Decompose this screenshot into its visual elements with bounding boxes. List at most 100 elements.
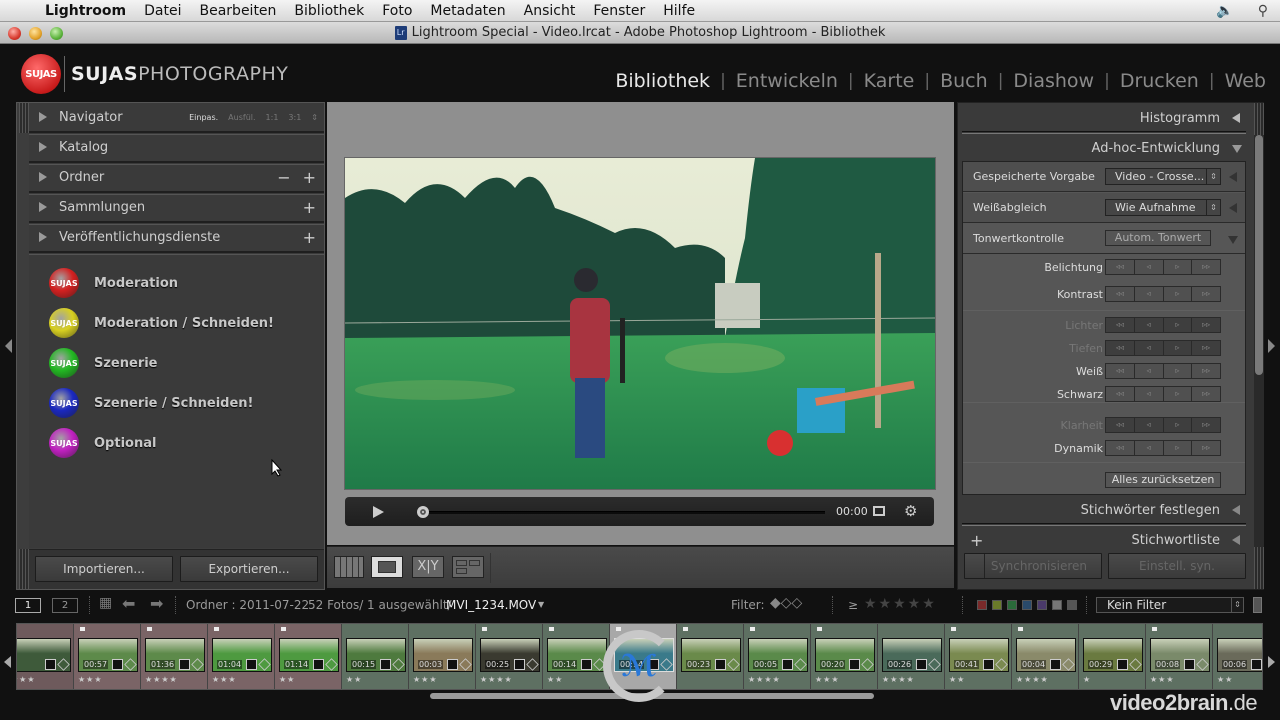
quick-develop-header[interactable]: Ad-hoc-Entwicklung xyxy=(962,133,1250,163)
module-web[interactable]: Web xyxy=(1225,70,1266,92)
right-panel-toggle-icon[interactable] xyxy=(1268,339,1275,353)
increase-small-button[interactable]: ▹ xyxy=(1164,260,1193,274)
left-panel-resize-grip[interactable] xyxy=(19,103,29,133)
filter-lock-toggle[interactable] xyxy=(1253,597,1262,613)
zoom-fit-option[interactable]: Einpas. xyxy=(189,113,218,122)
keyword-tag-badge-icon[interactable] xyxy=(727,658,740,671)
module-bibliothek[interactable]: Bibliothek xyxy=(615,70,710,92)
menu-ansicht[interactable]: Ansicht xyxy=(515,3,585,19)
keyword-tag-badge-icon[interactable] xyxy=(526,658,539,671)
filmstrip-thumbnail[interactable]: 00:26 ★★★★ xyxy=(878,624,945,689)
develop-settings-badge-icon[interactable] xyxy=(45,659,56,670)
decrease-large-button[interactable]: ◃◃ xyxy=(1106,441,1135,455)
collections-header[interactable]: Sammlungen + xyxy=(29,193,324,225)
minimize-window-button[interactable] xyxy=(29,27,42,40)
decrease-large-button[interactable]: ◃◃ xyxy=(1106,364,1135,378)
keyword-tag-badge-icon[interactable] xyxy=(861,658,874,671)
develop-settings-badge-icon[interactable] xyxy=(1251,659,1262,670)
sync-toggle-switch[interactable] xyxy=(965,554,985,578)
decrease-small-button[interactable]: ◃ xyxy=(1135,260,1164,274)
module-karte[interactable]: Karte xyxy=(864,70,915,92)
keyword-tag-badge-icon[interactable] xyxy=(392,658,405,671)
collection-item[interactable]: SUJAS Szenerie xyxy=(29,343,324,383)
color-label-filter[interactable] xyxy=(1007,600,1017,610)
saved-preset-select[interactable]: Video - Crosse... ⇕ xyxy=(1105,168,1221,185)
increase-large-button[interactable]: ▹▹ xyxy=(1192,441,1220,455)
keyword-tag-badge-icon[interactable] xyxy=(124,658,137,671)
spotlight-search-icon[interactable]: ⚲ xyxy=(1246,3,1280,19)
increase-large-button[interactable]: ▹▹ xyxy=(1192,387,1220,401)
navigator-header[interactable]: Navigator Einpas. Ausfül. 1:1 3:1 ⇕ xyxy=(29,103,324,135)
filmstrip-thumbnail[interactable]: 00:41 ★★ xyxy=(945,624,1012,689)
filmstrip-thumbnail[interactable]: 00:04 ★★★★ xyxy=(1012,624,1079,689)
reset-all-button[interactable]: Alles zurücksetzen xyxy=(1105,472,1221,488)
filmstrip-scroll-left-icon[interactable] xyxy=(4,656,11,668)
filmstrip-thumbnail[interactable]: 00:03 ★★★ xyxy=(409,624,476,689)
collection-item[interactable]: SUJAS Optional xyxy=(29,423,324,463)
develop-settings-badge-icon[interactable] xyxy=(1050,659,1061,670)
color-label-filter[interactable] xyxy=(992,600,1002,610)
develop-settings-badge-icon[interactable] xyxy=(916,659,927,670)
white-balance-select[interactable]: Wie Aufnahme ⇕ xyxy=(1105,199,1221,216)
zoom-3-1-option[interactable]: 3:1 xyxy=(288,113,301,122)
zoom-1-1-option[interactable]: 1:1 xyxy=(266,113,279,122)
menu-hilfe[interactable]: Hilfe xyxy=(654,3,704,19)
compare-view-button[interactable]: X|Y xyxy=(412,556,444,578)
menu-lightroom[interactable]: Lightroom xyxy=(36,3,135,19)
filmstrip-thumbnail[interactable]: 00:57 ★★★ xyxy=(74,624,141,689)
increase-small-button[interactable]: ▹ xyxy=(1164,441,1193,455)
menu-bibliothek[interactable]: Bibliothek xyxy=(285,3,373,19)
keyword-tag-badge-icon[interactable] xyxy=(325,658,338,671)
main-screen-button[interactable]: 1 xyxy=(15,598,41,613)
synchronize-button[interactable]: Synchronisieren xyxy=(964,553,1102,579)
increase-small-button[interactable]: ▹ xyxy=(1164,387,1193,401)
develop-settings-badge-icon[interactable] xyxy=(179,659,190,670)
keyword-tag-badge-icon[interactable] xyxy=(459,658,472,671)
second-screen-button[interactable]: 2 xyxy=(52,598,78,613)
source-label[interactable]: Ordner : 2011-07-22 xyxy=(186,598,309,612)
develop-settings-badge-icon[interactable] xyxy=(849,659,860,670)
develop-settings-badge-icon[interactable] xyxy=(380,659,391,670)
module-drucken[interactable]: Drucken xyxy=(1120,70,1199,92)
zoom-window-button[interactable] xyxy=(50,27,63,40)
decrease-small-button[interactable]: ◃ xyxy=(1135,387,1164,401)
back-arrow-icon[interactable]: ⬅ xyxy=(122,594,135,613)
menu-metadaten[interactable]: Metadaten xyxy=(421,3,514,19)
keyword-tag-badge-icon[interactable] xyxy=(928,658,941,671)
filmstrip-thumbnail[interactable]: 00:29 ★ xyxy=(1079,624,1146,689)
filmstrip-thumbnail[interactable]: 00:25 ★★★★ xyxy=(476,624,543,689)
folders-header[interactable]: Ordner − + xyxy=(29,163,324,195)
rating-operator[interactable]: ≥ xyxy=(848,598,858,612)
video-scrubber-handle[interactable] xyxy=(417,506,429,518)
filmstrip-thumbnail[interactable]: 00:23 xyxy=(677,624,744,689)
filmstrip-thumbnail[interactable]: 00:05 ★★★★ xyxy=(744,624,811,689)
grid-view-button[interactable] xyxy=(334,556,364,578)
keyword-tag-badge-icon[interactable] xyxy=(1196,658,1209,671)
close-window-button[interactable] xyxy=(8,27,21,40)
module-buch[interactable]: Buch xyxy=(940,70,988,92)
module-diashow[interactable]: Diashow xyxy=(1013,70,1094,92)
decrease-small-button[interactable]: ◃ xyxy=(1135,364,1164,378)
color-label-filter[interactable] xyxy=(1052,600,1062,610)
auto-tone-button[interactable]: Autom. Tonwert xyxy=(1105,230,1211,246)
develop-settings-badge-icon[interactable] xyxy=(313,659,324,670)
video-scrubber-track[interactable] xyxy=(421,511,825,514)
color-label-filter[interactable] xyxy=(1067,600,1077,610)
keyword-tag-badge-icon[interactable] xyxy=(794,658,807,671)
color-label-filter[interactable] xyxy=(977,600,987,610)
keyword-tag-badge-icon[interactable] xyxy=(191,658,204,671)
catalog-header[interactable]: Katalog xyxy=(29,133,324,165)
scrollbar-thumb[interactable] xyxy=(1255,135,1263,375)
develop-settings-badge-icon[interactable] xyxy=(1117,659,1128,670)
trim-settings-gear-icon[interactable]: ⚙ xyxy=(904,502,917,520)
develop-settings-badge-icon[interactable] xyxy=(447,659,458,670)
filmstrip-scroll-right-icon[interactable] xyxy=(1268,656,1275,668)
increase-small-button[interactable]: ▹ xyxy=(1164,287,1193,301)
increase-large-button[interactable]: ▹▹ xyxy=(1192,260,1220,274)
filmstrip-thumbnail[interactable]: 00:06 ★★ xyxy=(1213,624,1262,689)
video-preview[interactable] xyxy=(344,157,936,490)
keyword-tag-badge-icon[interactable] xyxy=(1062,658,1075,671)
keywording-header[interactable]: Stichwörter festlegen xyxy=(962,495,1250,525)
menu-datei[interactable]: Datei xyxy=(135,3,190,19)
add-folder-button[interactable]: + xyxy=(303,168,316,187)
